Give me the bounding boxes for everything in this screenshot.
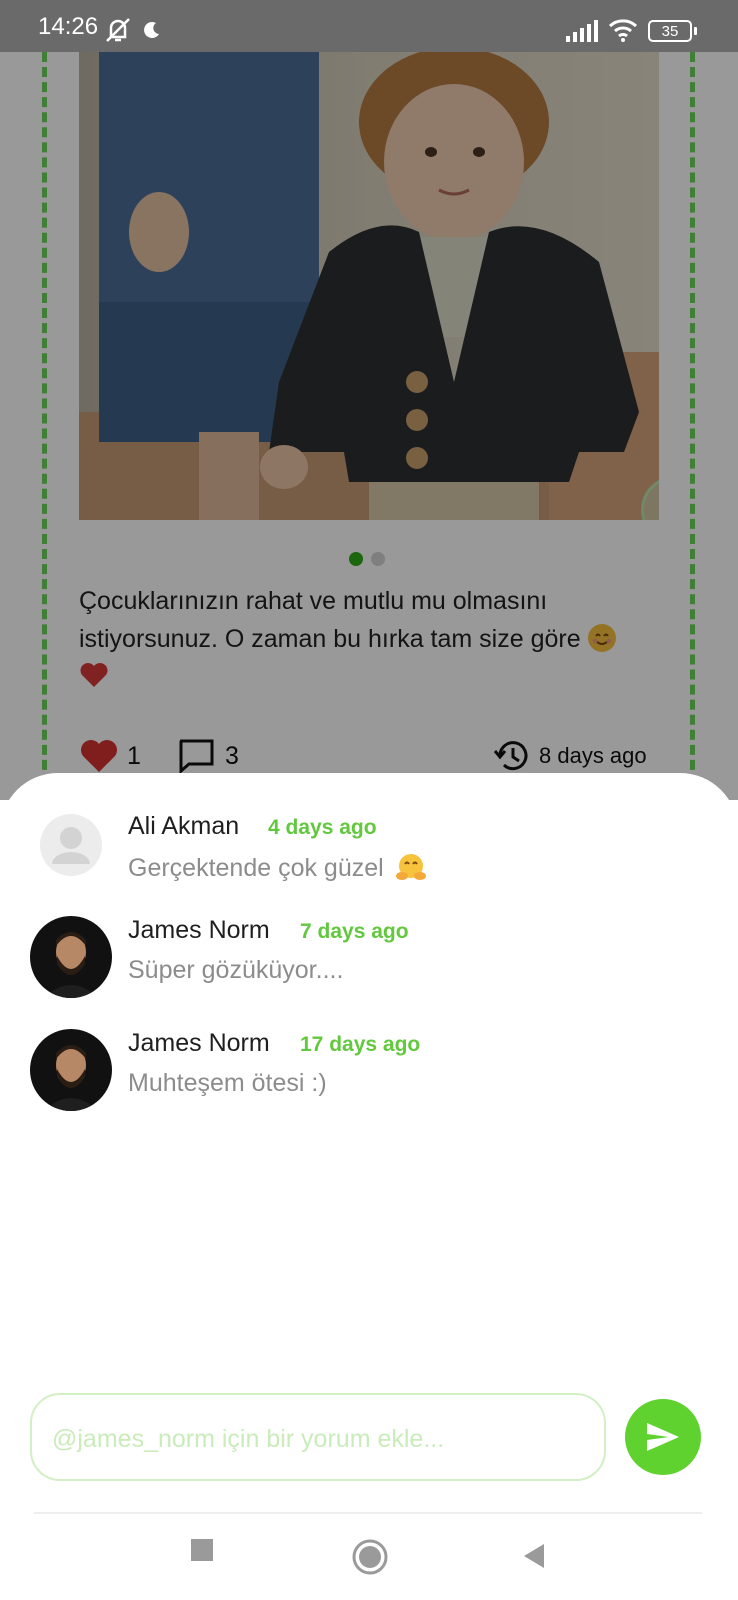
- comment-item: Ali Akman 4 days ago Gerçektende çok güz…: [0, 812, 738, 902]
- comment-input-container[interactable]: [30, 1393, 606, 1481]
- send-button[interactable]: [625, 1399, 701, 1475]
- battery-level: 35: [661, 22, 679, 40]
- comment-text: Süper gözüküyor....: [128, 956, 344, 984]
- battery-tip: [694, 27, 697, 35]
- back-button[interactable]: [522, 1543, 546, 1574]
- home-circle-icon: [352, 1539, 388, 1575]
- send-icon: [647, 1423, 679, 1451]
- recent-apps-button[interactable]: [190, 1538, 214, 1567]
- comment-text: Gerçektende çok güzel: [128, 852, 427, 883]
- status-bar: 14:26 35: [0, 0, 738, 52]
- comment-text-body: Gerçektende çok güzel: [128, 854, 384, 882]
- home-button[interactable]: [352, 1539, 388, 1580]
- square-icon: [191, 1539, 213, 1561]
- comment-time: 17 days ago: [300, 1033, 421, 1056]
- avatar[interactable]: [30, 1029, 112, 1111]
- comment-time: 4 days ago: [268, 816, 377, 839]
- comment-input[interactable]: [52, 1419, 582, 1459]
- comment-author[interactable]: Ali Akman: [128, 812, 239, 841]
- comment-text: Muhteşem ötesi :): [128, 1069, 327, 1097]
- avatar-photo: [30, 916, 112, 998]
- avatar[interactable]: [30, 916, 112, 998]
- back-triangle-icon: [524, 1544, 544, 1568]
- modal-scrim[interactable]: [0, 0, 738, 800]
- comment-author[interactable]: James Norm: [128, 1029, 270, 1058]
- signal-icon: [566, 20, 598, 42]
- mute-icon: [106, 18, 130, 42]
- battery-icon: 35: [648, 20, 692, 42]
- moon-icon: [144, 21, 159, 38]
- avatar-photo: [30, 1029, 112, 1111]
- avatar[interactable]: [40, 814, 102, 876]
- wifi-icon: [608, 19, 638, 42]
- comment-author[interactable]: James Norm: [128, 916, 270, 945]
- status-time: 14:26: [38, 13, 99, 40]
- comment-time: 7 days ago: [300, 920, 409, 943]
- comment-item: James Norm 17 days ago Muhteşem ötesi :): [0, 1029, 738, 1119]
- user-placeholder-icon: [52, 827, 90, 864]
- nav-divider: [34, 1512, 702, 1514]
- hugging-face-emoji-icon: [395, 854, 426, 880]
- comment-item: James Norm 7 days ago Süper gözüküyor...…: [0, 916, 738, 1006]
